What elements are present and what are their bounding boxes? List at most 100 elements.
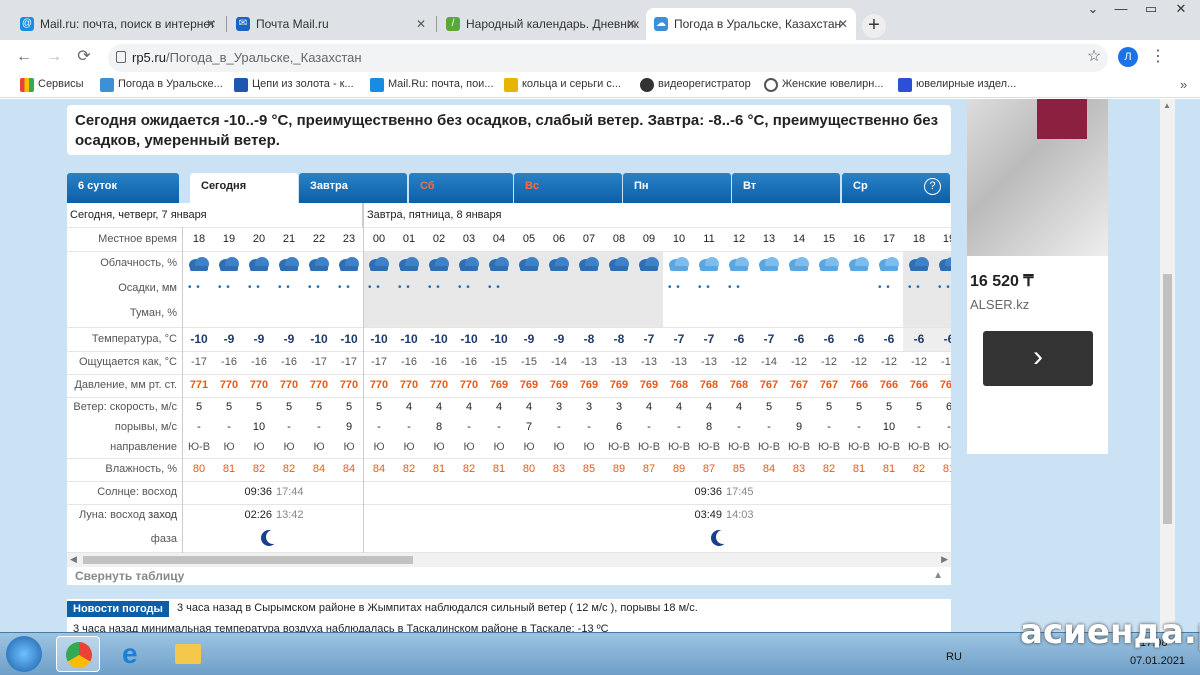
cell-gusts: 7: [525, 421, 533, 433]
maximize-button[interactable]: ▭: [1136, 0, 1166, 20]
bookmark-dashcam[interactable]: видеорегистратор: [640, 78, 751, 92]
close-icon[interactable]: ✕: [206, 8, 216, 40]
chevron-down-icon[interactable]: ⌄: [1078, 0, 1108, 20]
close-window-button[interactable]: ✕: [1166, 0, 1196, 20]
ad-price: 16 520 ₸: [970, 273, 1034, 290]
cell-humidity: 84: [762, 463, 776, 475]
scroll-right-icon[interactable]: ▶: [941, 554, 948, 565]
cell-gusts: -: [317, 421, 321, 433]
profile-avatar[interactable]: Л: [1118, 47, 1138, 67]
tab-0[interactable]: 6 суток: [67, 173, 179, 203]
cell-gusts: 6: [615, 421, 623, 433]
advertisement[interactable]: 16 520 ₸ ALSER.kz ›: [967, 99, 1108, 454]
cell-gusts: -: [377, 421, 381, 433]
cell-wind: 5: [795, 401, 803, 413]
bookmark-jewelry[interactable]: Женские ювелирн...: [764, 78, 884, 92]
news-label[interactable]: Новости погоды: [67, 601, 169, 617]
browser-tab-calendar[interactable]: / Народный календарь. Дневник ✕: [438, 8, 644, 40]
browser-tab-bar: @ Mail.ru: почта, поиск в интернет ✕ ✉ П…: [0, 0, 1200, 40]
cell-humidity: 82: [822, 463, 836, 475]
snow-icon: • •: [338, 282, 351, 293]
moon-set: 14:03: [726, 509, 754, 521]
clock-date[interactable]: 07.01.2021: [1130, 655, 1185, 667]
news-item[interactable]: 3 часа назад в Сырымском районе в Жымпит…: [177, 602, 698, 614]
url-bar[interactable]: rp5.ru/Погода_в_Уральске,_Казахстан: [108, 44, 1108, 72]
collapse-table-link[interactable]: Свернуть таблицу ▲: [67, 567, 951, 585]
cell-hours: 00: [372, 233, 386, 245]
page-margin: [1175, 99, 1200, 632]
chrome-taskbar-icon[interactable]: [56, 636, 100, 672]
bookmark-chains[interactable]: Цепи из золота - к...: [234, 78, 354, 92]
tab-6[interactable]: Вт: [732, 173, 840, 203]
cell-pressure: 770: [369, 379, 389, 391]
row-label-feels: Ощущается как, °C: [78, 356, 177, 368]
bookmark-mailru[interactable]: Mail.Ru: почта, пои...: [370, 78, 494, 92]
cell-dir: Ю-В: [847, 441, 871, 453]
reload-icon[interactable]: ⟳: [74, 48, 94, 66]
menu-dots-icon[interactable]: ⋮: [1148, 48, 1168, 66]
explorer-taskbar-icon[interactable]: [166, 636, 210, 672]
close-icon[interactable]: ✕: [838, 8, 848, 40]
bookmark-services[interactable]: Сервисы: [20, 78, 84, 92]
moon-rise: 02:26: [244, 509, 272, 521]
snow-icon: • •: [278, 282, 291, 293]
cell-gusts: 9: [345, 421, 353, 433]
tab-4[interactable]: Вс: [514, 173, 622, 203]
cell-hours: 19: [942, 233, 951, 245]
bookmark-label: видеорегистратор: [658, 78, 751, 90]
cell-feels: -13: [701, 356, 717, 368]
cell-dir: Ю-В: [187, 441, 211, 453]
cloud-icon: [728, 256, 750, 272]
snow-icon: • •: [368, 282, 381, 293]
snow-icon: • •: [398, 282, 411, 293]
minimize-button[interactable]: —: [1106, 0, 1136, 20]
cell-gusts: -: [197, 421, 201, 433]
close-icon[interactable]: ✕: [416, 8, 426, 40]
language-indicator[interactable]: RU: [946, 651, 962, 663]
bookmark-rings[interactable]: кольца и серьги с...: [504, 78, 621, 92]
close-icon[interactable]: ✕: [626, 8, 636, 40]
snow-icon: • •: [188, 282, 201, 293]
star-icon[interactable]: ☆: [1084, 48, 1104, 66]
help-icon[interactable]: ?: [924, 178, 941, 195]
cell-temp: -6: [943, 332, 951, 346]
new-tab-button[interactable]: +: [862, 14, 886, 38]
browser-tab-mail[interactable]: ✉ Почта Mail.ru ✕: [228, 8, 434, 40]
table-horizontal-scrollbar[interactable]: ◀ ▶: [67, 553, 951, 567]
bookmark-weather[interactable]: Погода в Уральске...: [100, 78, 223, 92]
chevron-right-icon[interactable]: »: [1180, 77, 1187, 92]
news-item[interactable]: 3 часа назад минимальная температура воз…: [73, 623, 609, 632]
page-scroll-thumb[interactable]: [1163, 274, 1172, 524]
cloud-icon: [848, 256, 870, 272]
browser-tab-mailru[interactable]: @ Mail.ru: почта, поиск в интернет ✕: [12, 8, 224, 40]
scroll-up-icon[interactable]: ▲: [1163, 101, 1171, 110]
forward-icon[interactable]: →: [44, 48, 64, 66]
start-button[interactable]: [6, 636, 42, 672]
cell-hours: 11: [703, 233, 715, 245]
scroll-left-icon[interactable]: ◀: [70, 554, 77, 565]
cloud-icon: [578, 256, 600, 272]
tab-1[interactable]: Сегодня: [190, 173, 298, 203]
tab-3[interactable]: Сб: [409, 173, 513, 203]
tab-2[interactable]: Завтра: [299, 173, 407, 203]
tab-5[interactable]: Пн: [623, 173, 731, 203]
scroll-thumb[interactable]: [83, 556, 413, 564]
row-label-sun: Солнце: восход заход: [97, 486, 177, 521]
cell-pressure: 769: [519, 379, 539, 391]
ad-next-button[interactable]: ›: [983, 331, 1093, 386]
snow-icon: • •: [488, 282, 501, 293]
browser-tab-weather[interactable]: ☁ Погода в Уральске, Казахстан ✕: [646, 8, 856, 40]
ie-taskbar-icon[interactable]: e: [112, 636, 156, 672]
chevron-up-icon[interactable]: ▲: [933, 567, 943, 585]
snow-icon: • •: [878, 282, 891, 293]
row-label-cloud: Облачность, %: [100, 257, 177, 269]
cell-dir: Ю-В: [787, 441, 811, 453]
back-icon[interactable]: ←: [14, 48, 34, 66]
snow-icon: • •: [218, 282, 231, 293]
cell-gusts: -: [677, 421, 681, 433]
bookmark-jewelry-items[interactable]: ювелирные издел...: [898, 78, 1016, 92]
address-toolbar: ← → ⟳ rp5.ru/Погода_в_Уральске,_Казахста…: [0, 40, 1200, 74]
page-scrollbar[interactable]: ▲: [1160, 99, 1175, 632]
cell-wind: 6: [945, 401, 951, 413]
cell-hours: 20: [252, 233, 266, 245]
